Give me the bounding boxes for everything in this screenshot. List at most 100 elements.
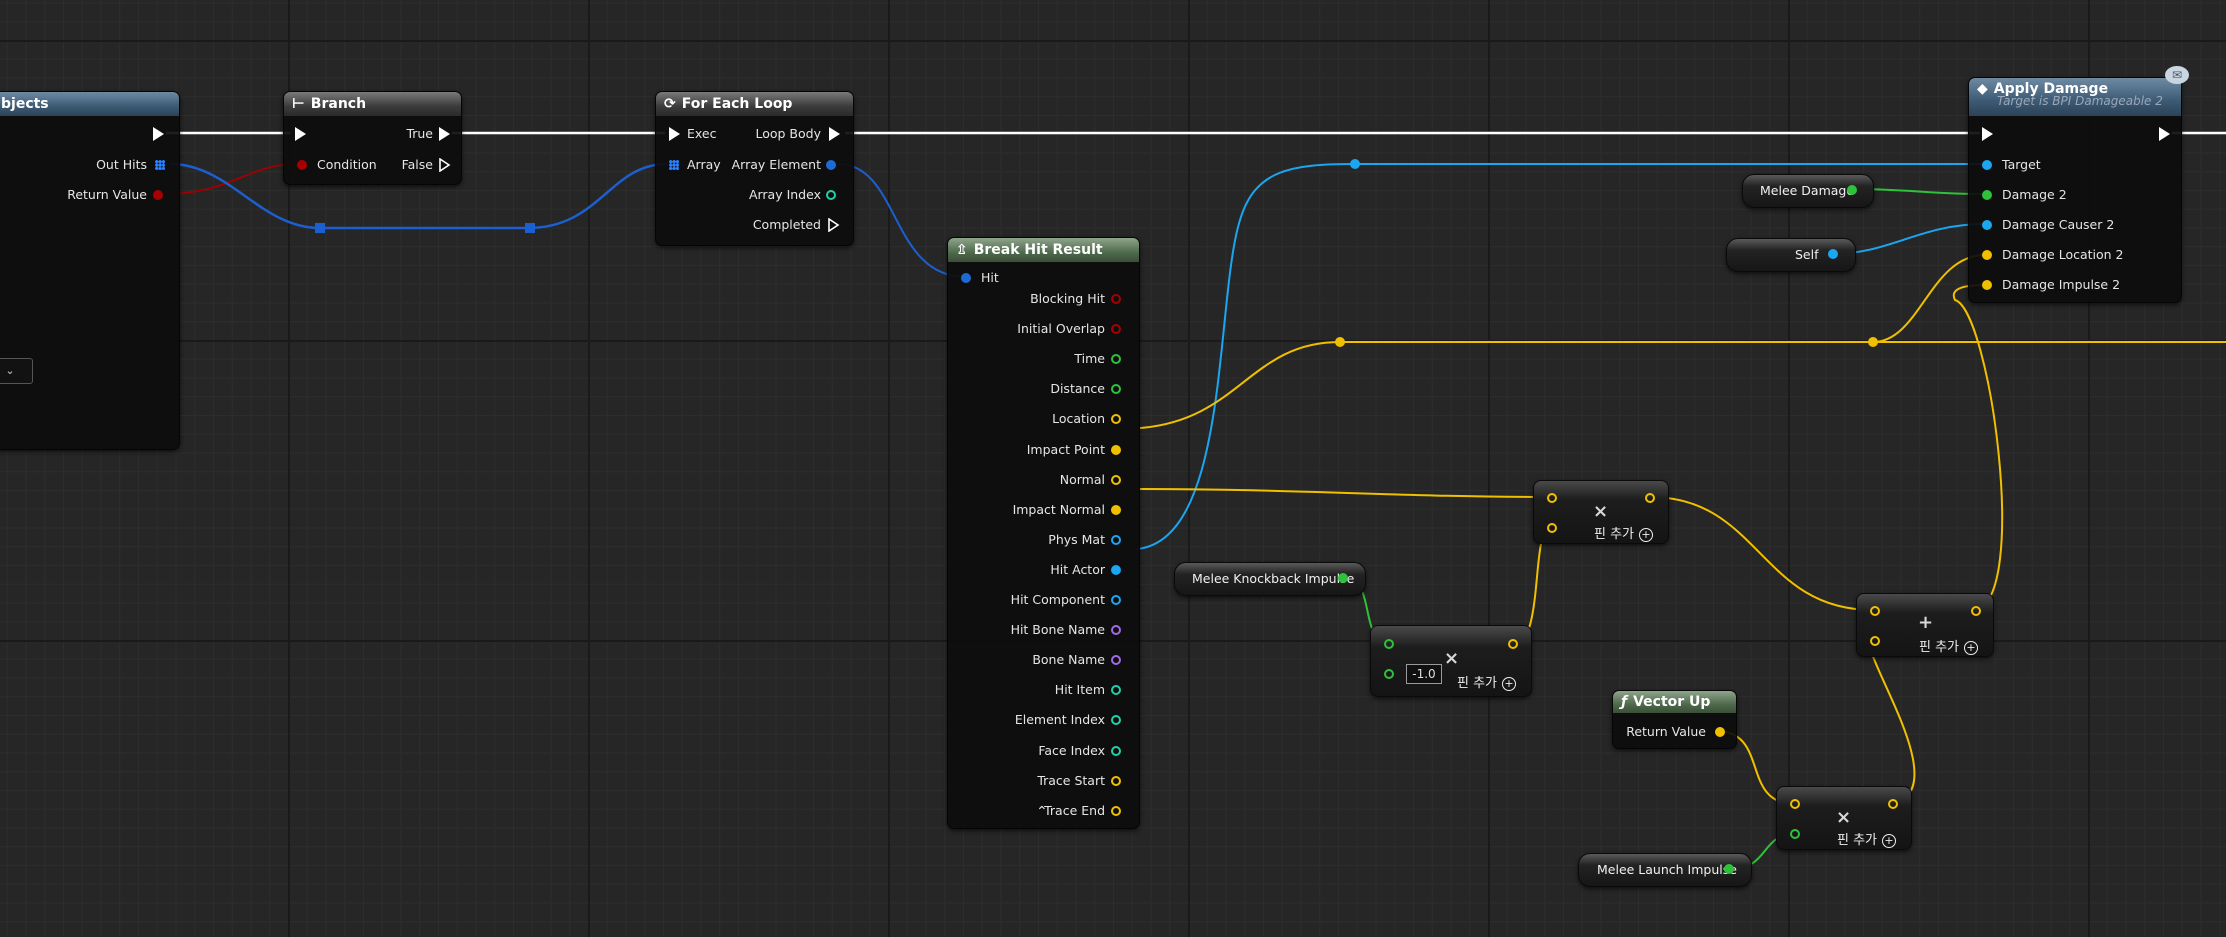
apply-damage-node[interactable]: ◆ Apply Damage Target is BPI Damageable 2… (1968, 66, 2189, 303)
damage-pin[interactable] (1982, 190, 1992, 200)
vector-wire (1868, 639, 1916, 805)
break-hit-result-node[interactable]: ⇫ Break Hit Result Hit Blocking Hit Initia… (947, 237, 1140, 829)
hit-actor-pin[interactable] (1111, 564, 1121, 575)
for-each-loop-node[interactable]: ⟳ For Each Loop Exec Array Loop Body Arra… (655, 91, 854, 246)
reroute-knot (1868, 337, 1878, 347)
melee-damage-variable[interactable]: Melee Damage (1742, 174, 1874, 208)
array-in-pin[interactable] (669, 160, 679, 170)
multiply-node-2[interactable]: -1.0 × 핀 추가 + (1370, 625, 1532, 697)
hit-component-pin[interactable] (1111, 595, 1121, 605)
element-index-pin[interactable] (1111, 715, 1121, 726)
vector-up-node[interactable]: ƒ Vector Up Return Value (1612, 690, 1737, 749)
add-in-a-pin[interactable] (1870, 606, 1880, 616)
location-pin[interactable] (1111, 414, 1121, 425)
add-pin-button[interactable]: 핀 추가 + (1919, 636, 1979, 655)
melee-knockback-impulse-variable[interactable]: Melee Knockback Impulse (1174, 562, 1366, 596)
add-out-pin[interactable] (1971, 606, 1981, 616)
damage-causer-pin[interactable] (1982, 220, 1992, 230)
chevron-up-icon[interactable]: ⌃ (1036, 804, 1048, 820)
bone-name-pin[interactable] (1111, 655, 1121, 666)
node-header: ◆ Apply Damage Target is BPI Damageable 2 (1969, 78, 2181, 116)
exec-in-pin[interactable] (295, 127, 306, 141)
add-pin-button[interactable]: 핀 추가 + (1594, 523, 1654, 542)
impact-point-pin[interactable] (1111, 444, 1121, 455)
plus-icon: + (1882, 833, 1897, 848)
branch-node[interactable]: ⊢ Branch Condition True False (283, 91, 462, 185)
pin-label-impact-point: Impact Point (1026, 441, 1105, 457)
multiply-icon: × (1836, 807, 1852, 828)
exec-out-pin[interactable] (153, 127, 164, 141)
variable-out-pin[interactable] (1847, 185, 1857, 195)
time-pin[interactable] (1111, 354, 1121, 365)
initial-overlap-pin[interactable] (1111, 324, 1121, 335)
pin-label-time: Time (1074, 351, 1105, 367)
array-index-pin[interactable] (826, 190, 836, 200)
target-pin[interactable] (1982, 160, 1992, 170)
trace-dropdown[interactable]: ⌄ (0, 358, 33, 384)
pin-label-element-index: Element Index (1014, 712, 1105, 728)
multiply-in-a-pin[interactable] (1547, 493, 1557, 503)
exec-in-pin[interactable] (669, 127, 680, 141)
multiply-in-a-pin[interactable] (1790, 799, 1800, 809)
hit-item-pin[interactable] (1111, 685, 1121, 696)
pin-label-hit-component: Hit Component (1010, 592, 1105, 607)
plus-icon: + (1502, 676, 1517, 691)
hit-in-pin[interactable] (961, 273, 971, 283)
completed-exec-pin[interactable] (828, 218, 840, 232)
self-node[interactable]: Self (1726, 238, 1856, 272)
variable-out-pin[interactable] (1338, 573, 1348, 583)
envelope-icon: ✉ (2165, 66, 2189, 84)
pin-label-array-element: Array Element (731, 157, 821, 172)
damage-location-pin[interactable] (1982, 250, 1992, 260)
distance-pin[interactable] (1111, 384, 1121, 395)
bool-wire (163, 163, 296, 195)
true-exec-pin[interactable] (439, 127, 450, 141)
add-pin-button[interactable]: 핀 추가 + (1457, 672, 1517, 691)
add-node[interactable]: + 핀 추가 + (1856, 593, 1994, 657)
node-title: Break Hit Result (973, 242, 1103, 258)
variable-out-pin[interactable] (1724, 864, 1734, 874)
normal-pin[interactable] (1111, 474, 1121, 485)
out-hits-pin[interactable] (155, 160, 165, 170)
reroute-knot (1350, 159, 1360, 169)
self-out-pin[interactable] (1828, 249, 1838, 259)
phys-mat-pin[interactable] (1111, 534, 1121, 545)
multiply-out-pin[interactable] (1888, 799, 1898, 809)
multiply-out-pin[interactable] (1645, 493, 1655, 503)
impact-normal-pin[interactable] (1111, 504, 1121, 515)
trace-node[interactable]: bjects Out Hits Return Value ⌄ (0, 91, 180, 450)
multiply-icon: × (1593, 501, 1609, 522)
add-pin-button[interactable]: 핀 추가 + (1837, 829, 1897, 848)
exec-out-pin[interactable] (2159, 127, 2170, 141)
pin-label-damage: Damage 2 (2002, 187, 2067, 202)
multiply-node-3[interactable]: × 핀 추가 + (1776, 786, 1912, 850)
multiply-in-b-pin[interactable] (1790, 829, 1800, 839)
face-index-pin[interactable] (1111, 745, 1121, 756)
hit-bone-name-pin[interactable] (1111, 625, 1121, 636)
multiply-in-b-pin[interactable] (1384, 669, 1394, 679)
multiply-node-1[interactable]: × 핀 추가 + (1533, 480, 1669, 544)
array-element-pin[interactable] (826, 160, 836, 170)
variable-label: Melee Launch Impulse (1597, 862, 1737, 877)
melee-launch-impulse-variable[interactable]: Melee Launch Impulse (1578, 853, 1752, 887)
multiply-in-b-pin[interactable] (1547, 523, 1557, 533)
blueprint-graph-canvas[interactable]: bjects Out Hits Return Value ⌄ ⊢ Branch C… (0, 0, 2226, 937)
add-in-b-pin[interactable] (1870, 636, 1880, 646)
pin-label-exec: Exec (687, 126, 717, 141)
multiply-in-a-pin[interactable] (1384, 639, 1394, 649)
return-value-pin[interactable] (153, 190, 163, 200)
blocking-hit-pin[interactable] (1111, 294, 1121, 304)
exec-in-pin[interactable] (1982, 127, 1993, 141)
trace-end-pin[interactable] (1111, 805, 1121, 816)
loop-body-exec-pin[interactable] (829, 127, 840, 141)
condition-pin[interactable] (297, 160, 307, 170)
return-value-pin[interactable] (1715, 727, 1725, 737)
damage-impulse-pin[interactable] (1982, 280, 1992, 290)
pin-label-hit: Hit (981, 270, 999, 285)
pin-label-out-hits: Out Hits (96, 157, 147, 172)
add-pin-label: 핀 추가 (1594, 527, 1635, 542)
false-exec-pin[interactable] (439, 158, 451, 172)
trace-start-pin[interactable] (1111, 775, 1121, 786)
multiply-out-pin[interactable] (1508, 639, 1518, 649)
multiplier-value-input[interactable]: -1.0 (1406, 664, 1442, 684)
